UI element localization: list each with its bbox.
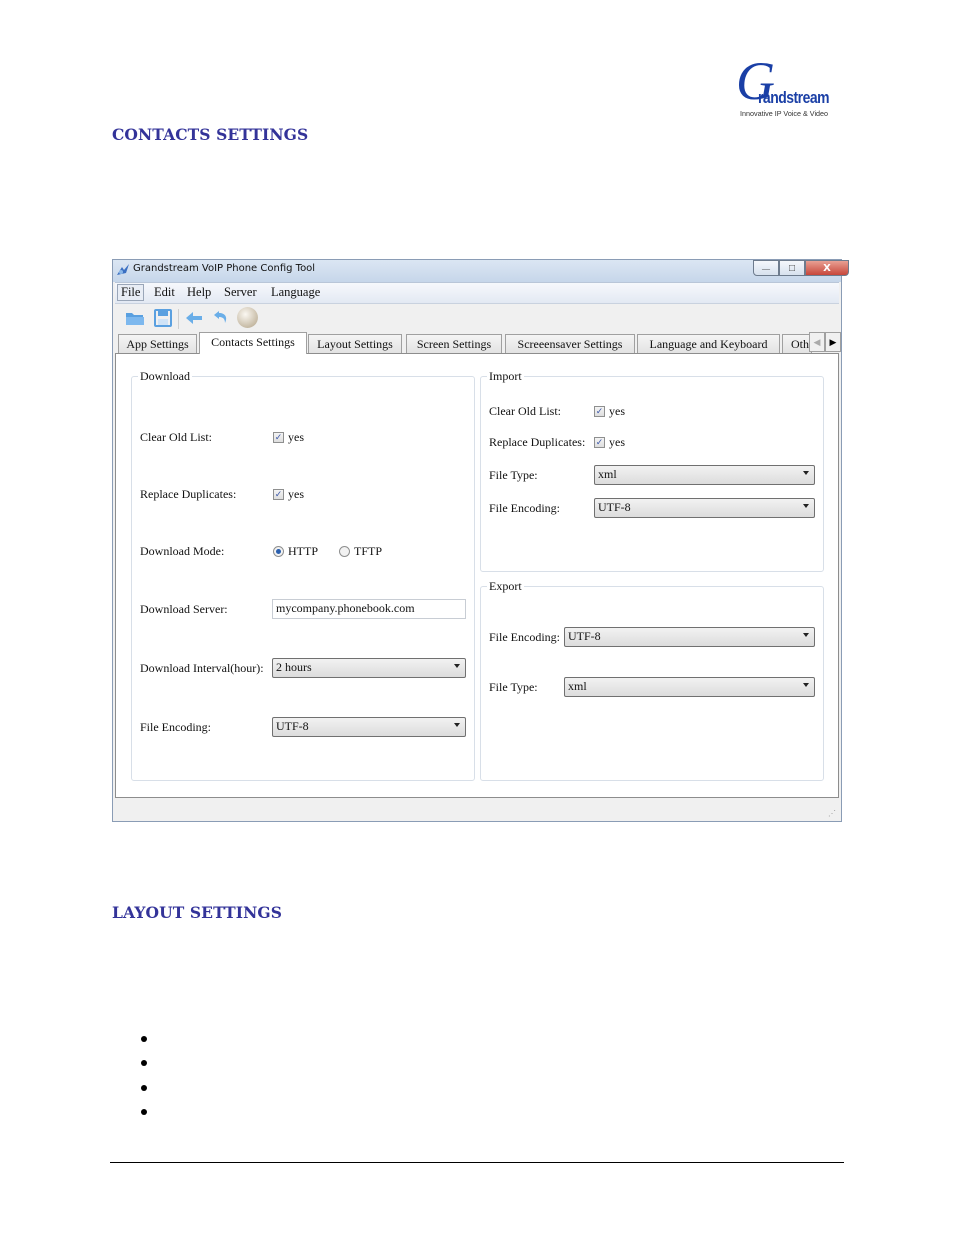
sphere-icon[interactable]	[236, 306, 259, 329]
back-arrow-icon[interactable]	[184, 308, 204, 328]
save-icon[interactable]	[153, 308, 173, 328]
download-clear-old-list-text: yes	[288, 430, 304, 444]
download-clear-old-list-checkbox[interactable]: ✓	[273, 432, 284, 443]
download-server-label: Download Server:	[140, 602, 228, 616]
layout-settings-heading: LAYOUT SETTINGS	[112, 903, 283, 922]
import-file-encoding-select[interactable]: UTF-8	[594, 498, 815, 518]
download-mode-tftp-radio[interactable]	[339, 546, 350, 557]
export-file-encoding-label: File Encoding:	[489, 630, 560, 644]
tab-other[interactable]: Oth	[782, 334, 812, 353]
download-replace-duplicates-checkbox[interactable]: ✓	[273, 489, 284, 500]
tab-bar: App Settings Contacts Settings Layout Se…	[115, 332, 841, 354]
contacts-settings-heading: CONTACTS SETTINGS	[112, 125, 309, 144]
download-server-input[interactable]: mycompany.phonebook.com	[272, 599, 466, 619]
download-mode-http-label: HTTP	[288, 544, 318, 558]
download-file-encoding-label: File Encoding:	[140, 720, 211, 734]
open-folder-icon[interactable]	[125, 308, 145, 328]
download-mode-http-radio[interactable]	[273, 546, 284, 557]
download-file-encoding-select[interactable]: UTF-8	[272, 717, 466, 737]
config-tool-window: Grandstream VoIP Phone Config Tool — □ X…	[112, 259, 849, 822]
download-group-title: Download	[138, 369, 192, 384]
chevron-down-icon	[803, 471, 809, 475]
export-group-title: Export	[487, 579, 524, 594]
download-replace-duplicates-text: yes	[288, 487, 304, 501]
menu-file[interactable]: File	[117, 284, 145, 301]
status-bar: ⋰	[115, 800, 839, 820]
download-group: Download Clear Old List: ✓ yes Replace D…	[131, 369, 475, 781]
download-interval-select[interactable]: 2 hours	[272, 658, 466, 678]
tab-contacts-settings[interactable]: Contacts Settings	[199, 332, 307, 354]
export-file-type-label: File Type:	[489, 680, 538, 694]
download-interval-label: Download Interval(hour):	[140, 661, 264, 675]
tab-language-keyboard[interactable]: Language and Keyboard	[637, 334, 780, 353]
import-file-type-label: File Type:	[489, 468, 538, 482]
chevron-left-icon: ◀	[813, 336, 821, 347]
minimize-button[interactable]: —	[753, 260, 779, 276]
logo-tagline: Innovative IP Voice & Video	[740, 109, 829, 118]
toolbar-separator	[178, 309, 179, 329]
menu-server[interactable]: Server	[221, 285, 260, 300]
export-file-type-select[interactable]: xml	[564, 677, 815, 697]
window-controls: — □ X	[753, 260, 849, 276]
import-replace-duplicates-label: Replace Duplicates:	[489, 435, 586, 449]
export-file-encoding-value: UTF-8	[568, 629, 601, 643]
menu-language[interactable]: Language	[268, 285, 323, 300]
chevron-down-icon	[803, 633, 809, 637]
import-file-type-select[interactable]: xml	[594, 465, 815, 485]
app-icon	[117, 264, 129, 275]
maximize-button[interactable]: □	[779, 260, 805, 276]
maximize-icon: □	[788, 262, 796, 274]
chevron-right-icon: ▶	[829, 336, 837, 347]
tab-scroll-right-button[interactable]: ▶	[825, 332, 841, 352]
footer-rule	[110, 1162, 844, 1163]
export-file-type-value: xml	[568, 679, 587, 693]
import-group: Import Clear Old List: ✓ yes Replace Dup…	[480, 369, 824, 572]
import-clear-old-list-label: Clear Old List:	[489, 404, 561, 418]
import-file-type-value: xml	[598, 467, 617, 481]
download-replace-duplicates-label: Replace Duplicates:	[140, 487, 237, 501]
resize-grip-icon[interactable]: ⋰	[828, 809, 836, 818]
menu-help[interactable]: Help	[184, 285, 214, 300]
minimize-icon: —	[762, 263, 770, 273]
bullet-item	[141, 1036, 147, 1042]
download-file-encoding-value: UTF-8	[276, 719, 309, 733]
bullet-item	[141, 1060, 147, 1066]
tab-layout-settings[interactable]: Layout Settings	[308, 334, 402, 353]
download-mode-tftp-label: TFTP	[354, 544, 383, 558]
chevron-down-icon	[454, 664, 460, 668]
grandstream-logo: G randstream Innovative IP Voice & Video	[734, 54, 840, 120]
tab-screen-settings[interactable]: Screen Settings	[406, 334, 502, 353]
download-clear-old-list-label: Clear Old List:	[140, 430, 212, 444]
tab-app-settings[interactable]: App Settings	[118, 334, 197, 353]
toolbar	[115, 304, 839, 332]
menu-bar: File Edit Help Server Language	[115, 282, 839, 304]
import-replace-duplicates-checkbox[interactable]: ✓	[594, 437, 605, 448]
bullet-item	[141, 1109, 147, 1115]
window-title: Grandstream VoIP Phone Config Tool	[133, 263, 316, 274]
export-group: Export File Encoding: UTF-8 File Type: x…	[480, 579, 824, 781]
chevron-down-icon	[803, 504, 809, 508]
download-interval-value: 2 hours	[276, 660, 312, 674]
import-clear-old-list-text: yes	[609, 404, 625, 418]
import-replace-duplicates-text: yes	[609, 435, 625, 449]
import-file-encoding-label: File Encoding:	[489, 501, 560, 515]
import-file-encoding-value: UTF-8	[598, 500, 631, 514]
close-icon: X	[823, 262, 831, 274]
menu-edit[interactable]: Edit	[151, 285, 178, 300]
undo-icon[interactable]	[211, 308, 231, 328]
import-clear-old-list-checkbox[interactable]: ✓	[594, 406, 605, 417]
download-mode-label: Download Mode:	[140, 544, 225, 558]
import-group-title: Import	[487, 369, 524, 384]
chevron-down-icon	[803, 683, 809, 687]
contacts-settings-panel: Download Clear Old List: ✓ yes Replace D…	[115, 353, 839, 798]
close-button[interactable]: X	[805, 260, 849, 276]
tab-screensaver-settings[interactable]: Screeensaver Settings	[505, 334, 635, 353]
export-file-encoding-select[interactable]: UTF-8	[564, 627, 815, 647]
title-bar: Grandstream VoIP Phone Config Tool — □ X	[113, 260, 849, 282]
logo-word: randstream	[758, 88, 830, 107]
chevron-down-icon	[454, 723, 460, 727]
tab-scroll-left-button[interactable]: ◀	[809, 332, 825, 352]
bullet-item	[141, 1085, 147, 1091]
